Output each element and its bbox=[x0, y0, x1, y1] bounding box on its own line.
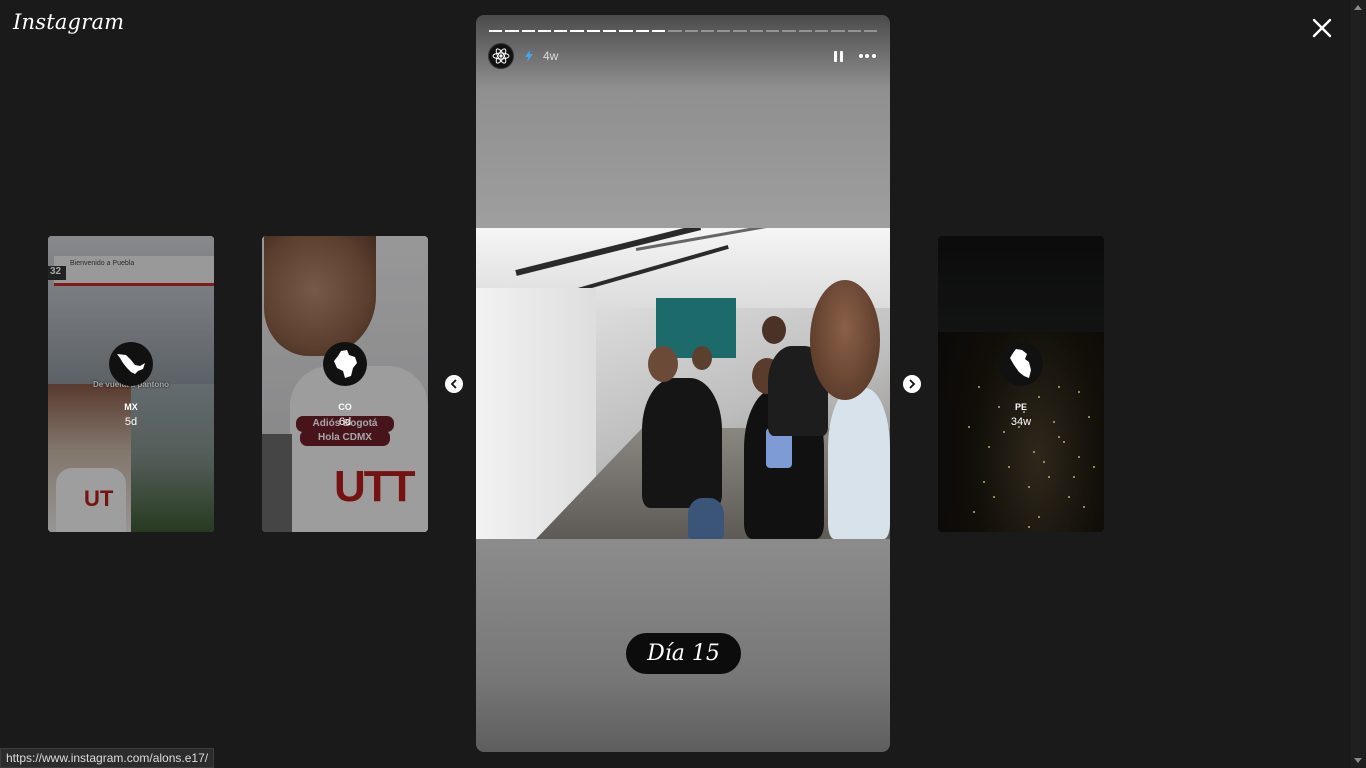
story-username: MX bbox=[124, 402, 138, 412]
progress-segment bbox=[814, 30, 829, 32]
photo-person bbox=[762, 316, 786, 344]
photo-person bbox=[810, 280, 880, 400]
progress-segment bbox=[521, 30, 535, 32]
photo-person bbox=[648, 346, 678, 382]
avatar-peru-map-icon bbox=[999, 342, 1043, 386]
progress-segment bbox=[831, 30, 845, 32]
photo-person bbox=[688, 498, 724, 539]
story-progress-bar bbox=[489, 30, 878, 32]
story-preview-co[interactable]: UTT Adiós Bogotá Hola CDMX CO 6d bbox=[262, 236, 428, 532]
avatar-mexico-map-icon bbox=[109, 342, 153, 386]
progress-segment bbox=[570, 30, 584, 32]
photo-person bbox=[692, 346, 712, 370]
story-preview-mx[interactable]: Bienvenido a Puebla 32 UT De vuelta a pa… bbox=[48, 236, 214, 532]
scrollbar[interactable] bbox=[1351, 0, 1366, 768]
story-timestamp: 6d bbox=[338, 416, 352, 428]
progress-segment bbox=[798, 30, 812, 32]
story-preview-pe[interactable]: PE 34w bbox=[938, 236, 1104, 532]
progress-segment bbox=[733, 30, 747, 32]
story-username: PE bbox=[1014, 402, 1027, 412]
more-options-icon bbox=[865, 54, 869, 58]
atom-icon bbox=[492, 48, 510, 64]
next-story-button[interactable] bbox=[903, 375, 921, 393]
photo-person bbox=[828, 388, 890, 539]
chevron-left-icon bbox=[450, 379, 457, 389]
close-icon[interactable] bbox=[1310, 16, 1334, 40]
day-sticker: Día 15 bbox=[626, 633, 741, 674]
progress-segment bbox=[619, 30, 633, 32]
profile-avatar[interactable] bbox=[488, 43, 514, 69]
progress-segment bbox=[586, 30, 601, 32]
story-timestamp: 4w bbox=[543, 49, 559, 63]
progress-segment bbox=[684, 30, 698, 32]
progress-segment bbox=[700, 30, 715, 32]
story-timestamp: 34w bbox=[1010, 416, 1032, 428]
status-bar-url: https://www.instagram.com/alons.e17/ bbox=[0, 748, 215, 768]
story-timestamp: 5d bbox=[124, 416, 138, 428]
scroll-up-arrow-icon[interactable] bbox=[1354, 5, 1362, 10]
progress-segment bbox=[603, 30, 617, 32]
pause-button[interactable] bbox=[830, 48, 846, 64]
progress-segment bbox=[505, 30, 519, 32]
progress-segment bbox=[651, 30, 666, 32]
progress-segment bbox=[635, 30, 649, 32]
instagram-logo[interactable]: Instagram bbox=[13, 10, 124, 34]
progress-segment bbox=[489, 30, 503, 32]
progress-segment bbox=[749, 30, 764, 32]
more-options-icon bbox=[858, 54, 863, 58]
scroll-down-arrow-icon[interactable] bbox=[1354, 758, 1362, 763]
pause-icon bbox=[833, 50, 837, 62]
active-story[interactable]: 4w Día 15 bbox=[476, 15, 890, 752]
progress-segment bbox=[668, 30, 682, 32]
story-photo bbox=[476, 228, 890, 539]
story-header: 4w bbox=[488, 42, 878, 70]
progress-segment bbox=[537, 30, 552, 32]
lightning-sticker-icon bbox=[525, 50, 533, 62]
pause-icon bbox=[839, 50, 843, 62]
avatar-colombia-map-icon bbox=[323, 342, 367, 386]
photo-person bbox=[642, 378, 722, 508]
more-options-button[interactable] bbox=[856, 48, 878, 64]
previous-story-button[interactable] bbox=[445, 375, 463, 393]
progress-segment bbox=[782, 30, 796, 32]
progress-segment bbox=[847, 30, 861, 32]
progress-segment bbox=[554, 30, 568, 32]
story-username: CO bbox=[338, 402, 352, 412]
chevron-right-icon bbox=[909, 379, 916, 389]
more-options-icon bbox=[871, 54, 876, 58]
progress-segment bbox=[717, 30, 731, 32]
progress-segment bbox=[863, 30, 878, 32]
progress-segment bbox=[766, 30, 780, 32]
